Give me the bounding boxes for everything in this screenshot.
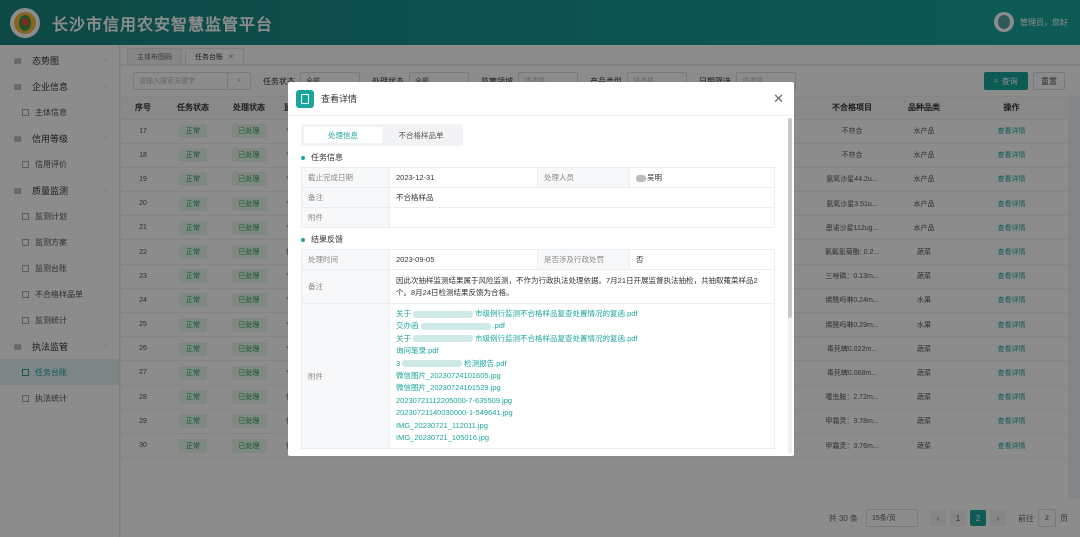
attachment-list: 关于 市级例行监测不合格样品复查处置情况的复函.pdf 交办函 .pdf 关于 市级例行监… xyxy=(389,302,775,450)
attachment-link[interactable]: 关于 市级例行监测不合格样品复查处置情况的复函.pdf xyxy=(396,308,768,320)
attachment-link[interactable]: IMG_20230721_112011.jpg xyxy=(396,420,768,432)
field-label: 处理时间 xyxy=(301,249,390,270)
dialog-title: 查看详情 xyxy=(321,94,358,104)
tab-process-info[interactable]: 处理信息 xyxy=(304,127,382,143)
field-label: 备注 xyxy=(301,187,390,208)
field-label: 是否涉及行政处罚 xyxy=(537,249,630,270)
field-value: 2023-12-31 xyxy=(389,167,538,188)
task-section-title: 任务信息 xyxy=(301,152,786,163)
close-icon[interactable]: ✕ xyxy=(773,91,784,107)
redacted-mark xyxy=(420,322,491,330)
attachment-link[interactable]: 关于 市级例行监测不合格样品复查处置情况的复函.pdf xyxy=(396,333,768,345)
dialog-header: 查看详情 ✕ xyxy=(288,82,794,116)
result-section-title: 结果反馈 xyxy=(301,234,786,245)
task-info-table: 截止完成日期 2023-12-31 处理人员 吴明 备注 不合格样品 附件 xyxy=(301,167,775,228)
field-label: 附件 xyxy=(301,207,390,228)
attachment-link[interactable]: 询问笔录.pdf xyxy=(396,345,768,357)
redacted-mark xyxy=(402,360,463,368)
detail-dialog: 查看详情 ✕ 处理信息 不合格样品单 任务信息 截止完成日期 2023-12-3… xyxy=(288,82,794,456)
remark-value: 因此次抽样监测结果属于风险监测，不作为行政执法处理依据。7月21日开展监督执法抽… xyxy=(389,269,775,304)
attachment-link[interactable]: 20230721140030000-1-549641.jpg xyxy=(396,407,768,419)
redacted-mark xyxy=(413,310,473,318)
attachment-link[interactable]: 微信图片_20230724101529.jpg xyxy=(396,382,768,394)
attachment-link[interactable]: IMG_20230721_105016.jpg xyxy=(396,432,768,444)
field-value xyxy=(389,207,775,228)
field-value: 否 xyxy=(629,249,775,270)
tab-unqualified-samples[interactable]: 不合格样品单 xyxy=(382,127,460,143)
field-label: 附件 xyxy=(301,302,390,450)
dialog-body: 处理信息 不合格样品单 任务信息 截止完成日期 2023-12-31 处理人员 … xyxy=(288,116,786,456)
dialog-scrollbar[interactable] xyxy=(788,118,792,454)
result-table: 处理时间 2023-09-05 是否涉及行政处罚 否 备注 因此次抽样监测结果属… xyxy=(301,249,775,450)
attachment-link[interactable]: 20230721112205000-7-635509.jpg xyxy=(396,395,768,407)
redacted-mark xyxy=(636,174,646,182)
field-value: 不合格样品 xyxy=(389,187,775,208)
redacted-mark xyxy=(413,335,473,343)
attachment-link[interactable]: 3 检测报告.pdf xyxy=(396,358,768,370)
attachment-link[interactable]: 微信图片_20230724101605.jpg xyxy=(396,370,768,382)
document-icon xyxy=(296,89,314,108)
field-value: 吴明 xyxy=(629,167,775,188)
attachment-link[interactable]: 交办函 .pdf xyxy=(396,320,768,332)
field-label: 备注 xyxy=(301,269,390,304)
dialog-tabs: 处理信息 不合格样品单 xyxy=(301,124,463,146)
field-label: 处理人员 xyxy=(537,167,630,188)
field-value: 2023-09-05 xyxy=(389,249,538,270)
field-label: 截止完成日期 xyxy=(301,167,390,188)
